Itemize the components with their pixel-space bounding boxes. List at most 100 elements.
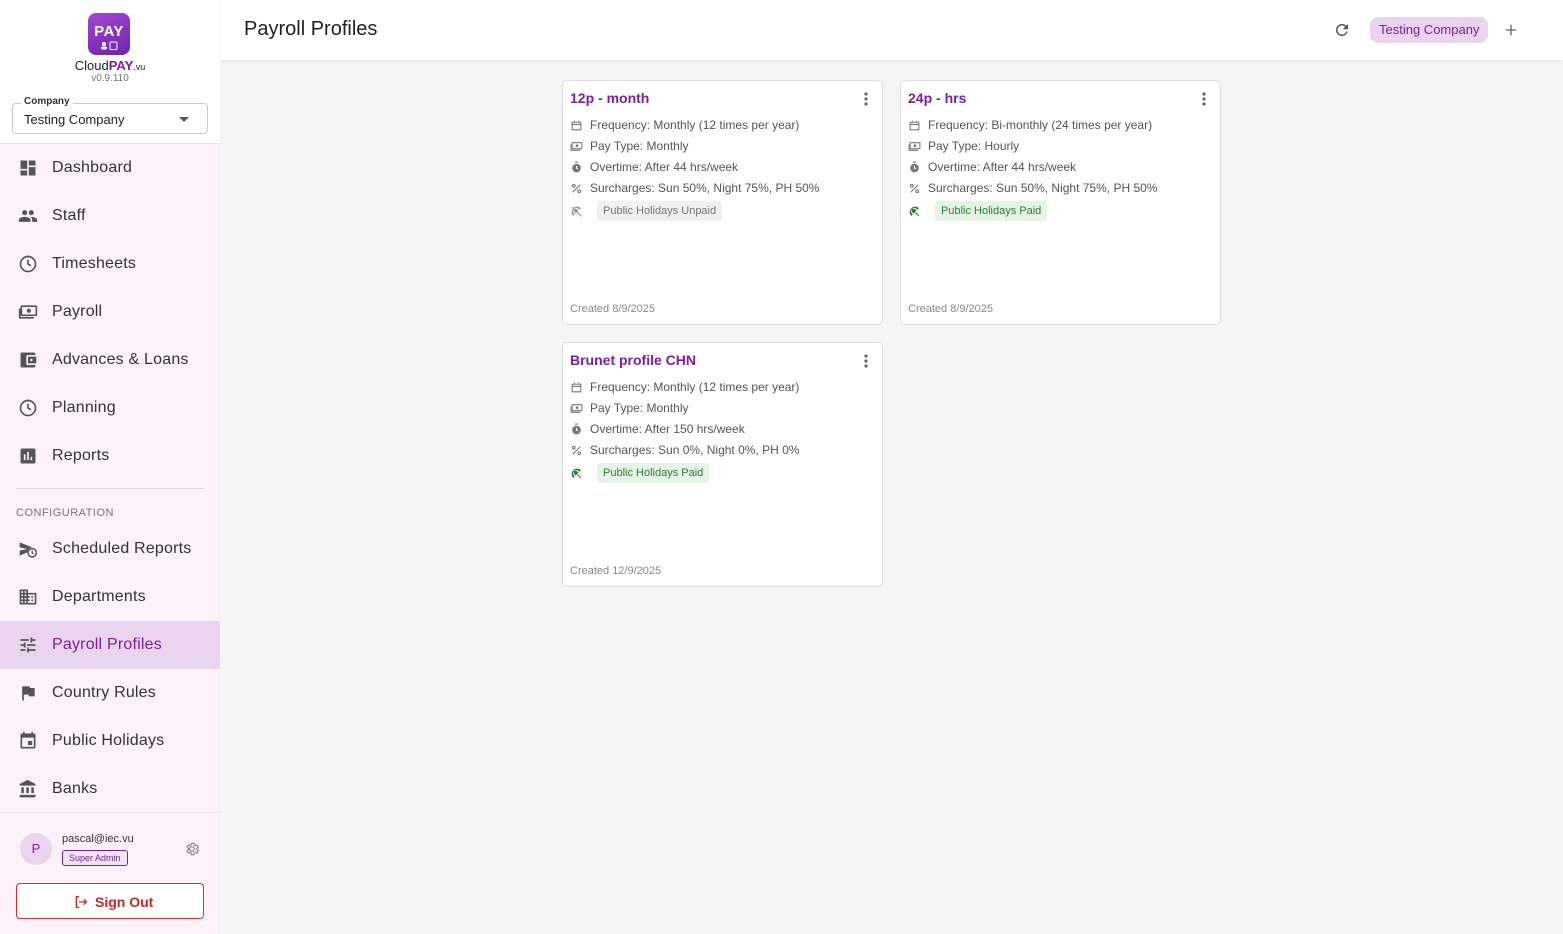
profile-card[interactable]: 24p - hrs Frequency: Bi-monthly (24 time… [900, 80, 1221, 325]
overtime-text: Overtime: After 44 hrs/week [590, 160, 739, 174]
profile-card[interactable]: Brunet profile CHN Frequency: Monthly (1… [562, 342, 883, 587]
sidebar-item-label: Planning [52, 399, 116, 416]
page-title: Payroll Profiles [244, 18, 378, 40]
sidebar-item-staff[interactable]: Staff [0, 192, 220, 240]
sidebar-item-payroll[interactable]: Payroll [0, 288, 220, 336]
sidebar-item-label: Public Holidays [52, 732, 165, 749]
profile-name[interactable]: 24p - hrs [908, 90, 966, 106]
profile-name[interactable]: Brunet profile CHN [570, 352, 696, 368]
sidebar-item-label: Payroll [52, 303, 103, 320]
sidebar-item-public-holidays[interactable]: Public Holidays [0, 717, 220, 765]
created-date: Created 8/9/2025 [908, 303, 994, 315]
top-bar: Payroll Profiles Testing Company [220, 0, 1563, 60]
section-label-configuration: CONFIGURATION [16, 507, 114, 519]
sidebar-item-planning[interactable]: Planning [0, 384, 220, 432]
sidebar-item-reports[interactable]: Reports [0, 432, 220, 480]
gear-icon[interactable] [184, 841, 200, 857]
frequency-text: Frequency: Monthly (12 times per year) [590, 380, 800, 394]
sidebar-item-advances-loans[interactable]: Advances & Loans [0, 336, 220, 384]
user-email: pascal@iec.vu [62, 833, 134, 845]
sidebar-item-label: Timesheets [52, 255, 137, 272]
sidebar-item-label: Reports [52, 447, 110, 464]
sidebar-item-label: Departments [52, 588, 146, 605]
beach-umbrella-off-icon [571, 206, 582, 217]
chevron-down-icon [179, 117, 189, 122]
overtime-text: Overtime: After 150 hrs/week [590, 422, 745, 436]
sign-out-button[interactable]: Sign Out [16, 883, 204, 919]
logo-people-icon [88, 41, 130, 52]
timer-icon [572, 161, 581, 173]
sidebar-divider [16, 488, 204, 489]
logo-text: PAY [94, 23, 124, 40]
clock-icon [19, 255, 37, 273]
schedule-send-icon [19, 542, 38, 558]
sidebar-item-departments[interactable]: Departments [0, 573, 220, 621]
cloudpay-logo[interactable]: PAY [88, 13, 130, 55]
sidebar: PAY CloudPAY.vu v0.9.110 Company Testing… [0, 0, 220, 934]
user-area: P pascal@iec.vu Super Admin Sign Out [0, 812, 220, 934]
created-date: Created 8/9/2025 [570, 303, 656, 315]
sign-out-label: Sign Out [95, 894, 154, 910]
sidebar-item-label: Staff [52, 207, 86, 224]
brand-area: PAY CloudPAY.vu v0.9.110 Company Testing… [0, 0, 220, 144]
created-date: Created 12/9/2025 [570, 565, 662, 577]
add-icon[interactable] [1502, 21, 1520, 39]
brand-main: Cloud [74, 58, 109, 73]
company-select-value: Testing Company [24, 112, 125, 127]
more-vert-icon[interactable] [1197, 91, 1211, 107]
sidebar-item-label: Banks [52, 780, 98, 797]
company-select[interactable]: Company Testing Company [12, 96, 208, 134]
people-icon [18, 210, 38, 222]
frequency-text: Frequency: Bi-monthly (24 times per year… [928, 118, 1153, 132]
calendar-icon [20, 731, 36, 749]
profile-card[interactable]: 12p - month Frequency: Monthly (12 times… [562, 80, 883, 325]
role-badge: Super Admin [62, 850, 128, 866]
overtime-text: Overtime: After 44 hrs/week [928, 160, 1077, 174]
sidebar-item-country-rules[interactable]: Country Rules [0, 669, 220, 717]
sidebar-item-label: Dashboard [52, 159, 133, 176]
calendar-icon [571, 382, 582, 393]
public-holidays-chip: Public Holidays Unpaid [597, 201, 723, 221]
more-vert-icon[interactable] [859, 91, 873, 107]
profile-name[interactable]: 12p - month [570, 90, 649, 106]
timer-icon [572, 423, 581, 435]
public-holidays-chip: Public Holidays Paid [597, 463, 710, 483]
sidebar-item-timesheets[interactable]: Timesheets [0, 240, 220, 288]
cash-icon [908, 142, 921, 151]
more-vert-icon[interactable] [859, 353, 873, 369]
percent-icon [909, 183, 920, 194]
percent-icon [571, 183, 582, 194]
sidebar-item-label: Scheduled Reports [52, 540, 192, 557]
tune-icon [20, 637, 36, 653]
app-version: v0.9.110 [91, 73, 129, 84]
beach-umbrella-icon [571, 468, 582, 479]
pay-type-text: Pay Type: Monthly [590, 401, 689, 415]
timer-icon [910, 161, 919, 173]
dashboard-icon [20, 160, 36, 176]
surcharges-text: Surcharges: Sun 0%, Night 0%, PH 0% [590, 443, 800, 457]
pay-type-text: Pay Type: Monthly [590, 139, 689, 153]
sidebar-item-payroll-profiles[interactable]: Payroll Profiles [0, 621, 220, 669]
sidebar-item-dashboard[interactable]: Dashboard [0, 144, 220, 192]
avatar[interactable]: P [20, 833, 52, 865]
frequency-text: Frequency: Monthly (12 times per year) [590, 118, 800, 132]
sidebar-item-label: Payroll Profiles [52, 636, 162, 653]
beach-umbrella-icon [909, 206, 920, 217]
brand-name: CloudPAY.vu [0, 58, 220, 73]
flag-icon [22, 686, 35, 701]
public-holidays-chip: Public Holidays Paid [935, 201, 1048, 221]
domain-icon [19, 589, 37, 605]
company-chip[interactable]: Testing Company [1370, 17, 1489, 43]
sidebar-item-scheduled-reports[interactable]: Scheduled Reports [0, 525, 220, 573]
sidebar-item-label: Country Rules [52, 684, 156, 701]
logout-icon [75, 896, 88, 908]
sidebar-item-label: Advances & Loans [52, 351, 189, 368]
bank-icon [19, 779, 36, 798]
cash-icon [570, 142, 583, 151]
refresh-icon[interactable] [1333, 21, 1351, 39]
sidebar-item-banks[interactable]: Banks [0, 765, 220, 813]
calendar-icon [571, 120, 582, 131]
cash-icon [18, 305, 38, 319]
surcharges-text: Surcharges: Sun 50%, Night 75%, PH 50% [590, 181, 820, 195]
surcharges-text: Surcharges: Sun 50%, Night 75%, PH 50% [928, 181, 1158, 195]
